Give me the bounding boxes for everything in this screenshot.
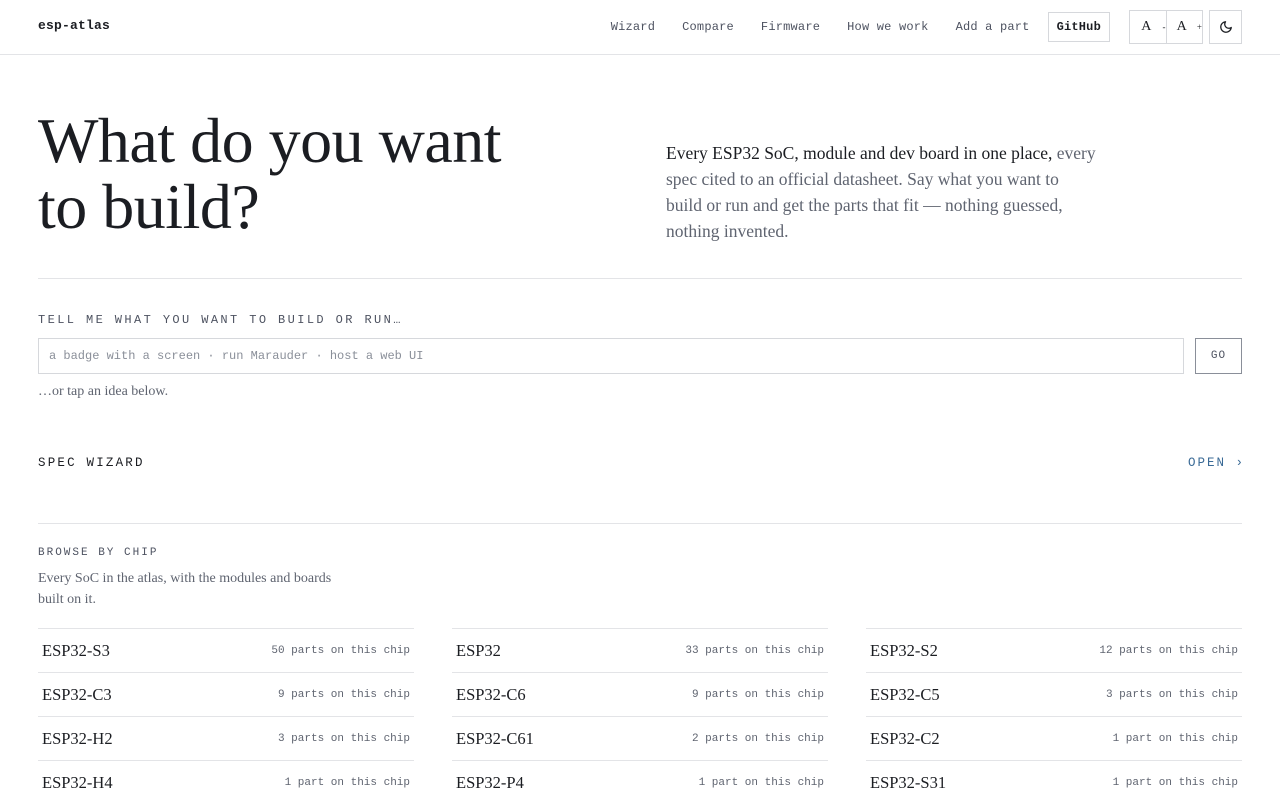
chip-row-esp32-c2[interactable]: ESP32-C2 1 part on this chip — [866, 716, 1242, 760]
moon-icon — [1219, 21, 1232, 33]
chip-row-esp32-s3[interactable]: ESP32-S3 50 parts on this chip — [38, 628, 414, 672]
chip-name: ESP32-P4 — [456, 772, 524, 792]
decrease-font-label: A — [1141, 19, 1152, 34]
nav-link-compare[interactable]: Compare — [682, 20, 734, 34]
build-query-input[interactable] — [38, 338, 1184, 374]
chip-name: ESP32-S3 — [42, 640, 110, 660]
increase-font-label: A — [1176, 19, 1187, 34]
theme-toggle-button[interactable] — [1209, 10, 1242, 44]
browse-by-chip-heading: BROWSE BY CHIP — [38, 547, 159, 559]
decrease-font-button[interactable]: A- — [1130, 11, 1165, 43]
section-divider — [38, 278, 1242, 279]
chip-part-count: 1 part on this chip — [284, 776, 410, 789]
font-size-controls: A- A + — [1129, 10, 1203, 44]
chip-row-esp32-c3[interactable]: ESP32-C3 9 parts on this chip — [38, 672, 414, 716]
chip-name: ESP32-H2 — [42, 728, 113, 748]
chip-name: ESP32-C5 — [870, 684, 940, 704]
chip-part-count: 50 parts on this chip — [271, 644, 410, 657]
go-button[interactable]: GO — [1195, 338, 1242, 374]
ask-hint: …or tap an idea below. — [38, 384, 169, 399]
chip-name: ESP32-C6 — [456, 684, 526, 704]
chip-part-count: 9 parts on this chip — [691, 688, 824, 701]
increase-font-sign: + — [1196, 22, 1202, 32]
chip-row-esp32-h2[interactable]: ESP32-H2 3 parts on this chip — [38, 716, 414, 760]
hero-description: Every ESP32 SoC, module and dev board in… — [666, 140, 1096, 244]
chip-part-count: 12 parts on this chip — [1099, 644, 1238, 657]
chip-name: ESP32-S2 — [870, 640, 938, 660]
browse-description: Every SoC in the atlas, with the modules… — [38, 571, 332, 607]
main-nav: Wizard Compare Firmware How we work Add … — [584, 12, 1110, 42]
site-logo[interactable]: esp-atlas — [38, 18, 110, 33]
chip-name: ESP32-S31 — [870, 772, 947, 792]
chip-part-count: 33 parts on this chip — [685, 644, 824, 657]
hero-title: What do you want to build? — [38, 105, 502, 242]
chip-row-esp32-c61[interactable]: ESP32-C61 2 parts on this chip — [452, 716, 828, 760]
chip-part-count: 1 part on this chip — [1112, 732, 1238, 745]
chip-part-count: 3 parts on this chip — [1105, 688, 1238, 701]
chip-name: ESP32-H4 — [42, 772, 113, 792]
section-divider — [38, 523, 1242, 524]
increase-font-button[interactable]: A + — [1165, 11, 1202, 43]
chip-list: ESP32-S3 50 parts on this chip ESP32 33 pa… — [38, 628, 1242, 800]
chip-row-esp32-p4[interactable]: ESP32-P4 1 part on this chip — [452, 760, 828, 800]
chip-row-esp32-c5[interactable]: ESP32-C5 3 parts on this chip — [866, 672, 1242, 716]
chip-row-esp32-s2[interactable]: ESP32-S2 12 parts on this chip — [866, 628, 1242, 672]
chip-part-count: 2 parts on this chip — [691, 732, 824, 745]
hero-lead: Every ESP32 SoC, module and dev board in… — [666, 143, 1053, 163]
spec-wizard-heading: SPEC WIZARD — [38, 456, 145, 470]
chip-name: ESP32-C2 — [870, 728, 940, 748]
chip-part-count: 9 parts on this chip — [277, 688, 410, 701]
chip-row-esp32-h4[interactable]: ESP32-H4 1 part on this chip — [38, 760, 414, 800]
nav-link-how-we-work[interactable]: How we work — [847, 20, 928, 34]
chip-part-count: 1 part on this chip — [698, 776, 824, 789]
chip-row-esp32-c6[interactable]: ESP32-C6 9 parts on this chip — [452, 672, 828, 716]
chip-part-count: 3 parts on this chip — [277, 732, 410, 745]
nav-link-firmware[interactable]: Firmware — [761, 20, 820, 34]
top-navigation-bar: esp-atlas Wizard Compare Firmware How we… — [0, 0, 1280, 55]
github-link-button[interactable]: GitHub — [1047, 12, 1110, 42]
open-wizard-link[interactable]: OPEN › — [1188, 456, 1243, 470]
chip-row-esp32-s31[interactable]: ESP32-S31 1 part on this chip — [866, 760, 1242, 800]
chip-name: ESP32-C61 — [456, 728, 534, 748]
chip-name: ESP32 — [456, 640, 501, 660]
chip-row-esp32[interactable]: ESP32 33 parts on this chip — [452, 628, 828, 672]
chip-part-count: 1 part on this chip — [1112, 776, 1238, 789]
chip-name: ESP32-C3 — [42, 684, 112, 704]
nav-link-wizard[interactable]: Wizard — [611, 20, 655, 34]
nav-link-add-a-part[interactable]: Add a part — [956, 20, 1030, 34]
ask-label: TELL ME WHAT YOU WANT TO BUILD OR RUN… — [38, 313, 403, 327]
